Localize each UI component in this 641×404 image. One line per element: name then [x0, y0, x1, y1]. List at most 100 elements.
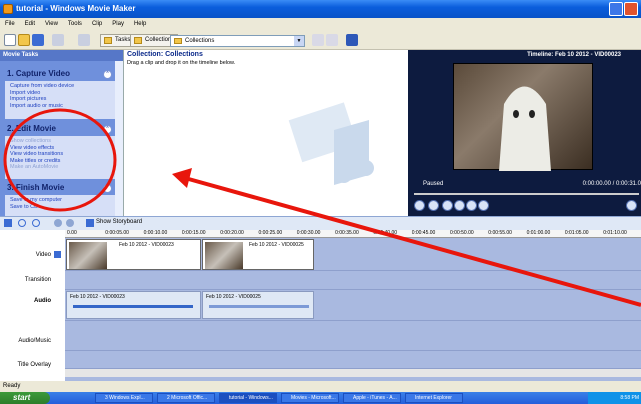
clip-label: Feb 10 2012 - VID00023	[70, 294, 125, 300]
capture-video-heading[interactable]: 1. Capture Video ⌃	[5, 68, 115, 80]
video-clip[interactable]: Feb 10 2012 - VID00023	[66, 239, 201, 270]
taskpane-scrollbar[interactable]	[115, 61, 123, 216]
play-timeline-icon[interactable]	[66, 219, 74, 227]
taskbar-item[interactable]: 2 Microsoft Offic...	[157, 393, 215, 403]
clip-thumbnail	[69, 242, 107, 269]
zoom-out-icon[interactable]	[32, 219, 40, 227]
taskbar-item[interactable]: Internet Explorer	[405, 393, 463, 403]
chevron-up-icon[interactable]: ⌃	[103, 184, 112, 193]
ruler-tick-label: 0:00:30.00	[296, 230, 321, 236]
ruler-tick-label: 0:00:25.00	[258, 230, 283, 236]
playback-time: 0:00:00.00 / 0:00:31.0	[582, 181, 641, 187]
video-preview	[453, 63, 593, 171]
task-import-audio[interactable]: Import audio or music	[10, 103, 115, 110]
timeline-tracks: Feb 10 2012 - VID00023 Feb 10 2012 - VID…	[65, 238, 641, 384]
timeline-view-icon[interactable]	[4, 219, 12, 227]
taskbar-item[interactable]: 3 Windows Expl...	[95, 393, 153, 403]
ruler-tick-label: 0:00:40.00	[373, 230, 398, 236]
task-make-automovie: Make an AutoMovie	[10, 164, 59, 170]
menu-tools[interactable]: Tools	[63, 21, 87, 27]
toolbar: Tasks Collections Collections ▼	[0, 31, 641, 50]
chevron-down-icon[interactable]: ▼	[294, 36, 304, 46]
clip-thumbnail	[205, 242, 243, 269]
menu-bar: File Edit View Tools Clip Play Help	[0, 18, 641, 31]
title-bar: tutorial - Windows Movie Maker	[0, 0, 641, 18]
ghost-figure-icon	[499, 86, 551, 171]
collections-dropdown[interactable]: Collections ▼	[170, 35, 305, 47]
views-icon[interactable]	[346, 34, 358, 46]
taskbar-item[interactable]: Movies - Microsoft...	[281, 393, 339, 403]
folder-icon	[134, 37, 142, 44]
start-button[interactable]: start	[0, 392, 50, 404]
preview-monitor: Timeline: Feb 10 2012 - VID00023 Paused …	[408, 50, 641, 216]
menu-edit[interactable]: Edit	[20, 21, 40, 27]
taskbar: start 3 Windows Expl... 2 Microsoft Offi…	[0, 392, 641, 404]
ruler-tick-label: 0:00:55.00	[488, 230, 512, 236]
system-tray: 8:58 PM	[588, 392, 641, 404]
previous-clip-button[interactable]	[466, 200, 477, 211]
movie-maker-icon	[3, 4, 13, 14]
redo-icon[interactable]	[78, 34, 90, 46]
chevron-up-icon[interactable]: ⌃	[103, 70, 112, 79]
transition-track-label: Transition	[24, 277, 51, 283]
status-bar: Ready	[0, 381, 641, 392]
close-button[interactable]	[624, 2, 638, 16]
ruler-tick-label: 0:01:05.00	[564, 230, 589, 236]
previous-frame-button[interactable]	[442, 200, 453, 211]
clip-label: Feb 10 2012 - VID00025	[206, 294, 261, 300]
rewind-icon[interactable]	[54, 219, 62, 227]
chevron-up-icon[interactable]: ⌃	[103, 125, 112, 134]
ruler-tick-label: 0.00	[67, 230, 77, 236]
expand-video-icon[interactable]	[54, 251, 61, 258]
capture-video-list: Capture from video device Import video I…	[5, 81, 115, 119]
play-button[interactable]	[414, 200, 425, 211]
menu-clip[interactable]: Clip	[87, 21, 107, 27]
zoom-in-icon[interactable]	[18, 219, 26, 227]
seek-bar[interactable]	[414, 193, 639, 195]
menu-help[interactable]: Help	[129, 21, 151, 27]
finish-movie-list: Save to my computer Save to CD	[5, 195, 115, 216]
snapshot-button[interactable]	[626, 200, 637, 211]
menu-view[interactable]: View	[40, 21, 63, 27]
finish-movie-heading[interactable]: 3. Finish Movie ⌃	[5, 182, 115, 194]
save-project-icon[interactable]	[32, 34, 44, 46]
ruler-tick-label: 0:00:35.00	[335, 230, 359, 236]
undo-icon[interactable]	[52, 34, 64, 46]
transition-track	[65, 271, 641, 290]
collection-hint: Drag a clip and drop it on the timeline …	[127, 60, 236, 66]
menu-file[interactable]: File	[0, 21, 20, 27]
taskbar-item[interactable]: Apple - iTunes - A...	[343, 393, 401, 403]
audio-music-track	[65, 321, 641, 351]
taskbar-item[interactable]: tutorial - Windows...	[219, 393, 277, 403]
task-save-to-cd[interactable]: Save to CD	[10, 204, 115, 211]
edit-movie-heading[interactable]: 2. Edit Movie ⌃	[5, 123, 115, 135]
audio-waveform	[209, 305, 309, 308]
collections-content-area: Collection: Collections Drag a clip and …	[123, 50, 408, 216]
audio-clip[interactable]: Feb 10 2012 - VID00025	[202, 291, 314, 319]
video-clip[interactable]: Feb 10 2012 - VID00025	[202, 239, 314, 270]
edit-movie-list: Show collections View video effects View…	[5, 136, 115, 179]
ruler-tick-label: 0:00:05.00	[105, 230, 129, 236]
storyboard-icon[interactable]	[86, 219, 94, 227]
show-storyboard-button[interactable]: Show Storyboard	[96, 219, 142, 225]
open-project-icon[interactable]	[18, 34, 30, 46]
menu-play[interactable]: Play	[107, 21, 129, 27]
collection-title: Collection: Collections	[127, 51, 203, 58]
new-folder-icon[interactable]	[326, 34, 338, 46]
timeline-scrollbar[interactable]	[65, 369, 641, 377]
next-clip-button[interactable]	[478, 200, 489, 211]
audio-waveform	[73, 305, 193, 308]
title-overlay-track-label: Title Overlay	[17, 362, 51, 368]
ruler-tick-label: 0:00:50.00	[450, 230, 474, 236]
audio-clip[interactable]: Feb 10 2012 - VID00023	[66, 291, 201, 319]
stop-button[interactable]	[428, 200, 439, 211]
minimize-button[interactable]	[609, 2, 623, 16]
movie-tasks-pane: Movie Tasks 1. Capture Video ⌃ Capture fr…	[0, 50, 123, 216]
track-labels: Video Transition Audio Audio/Music Title…	[0, 238, 65, 384]
ruler-tick-label: 0:01:10.00	[603, 230, 627, 236]
up-folder-icon[interactable]	[312, 34, 324, 46]
new-project-icon[interactable]	[4, 34, 16, 46]
timeline-toolbar: Show Storyboard	[0, 216, 641, 230]
title-overlay-track	[65, 351, 641, 369]
next-frame-button[interactable]	[454, 200, 465, 211]
